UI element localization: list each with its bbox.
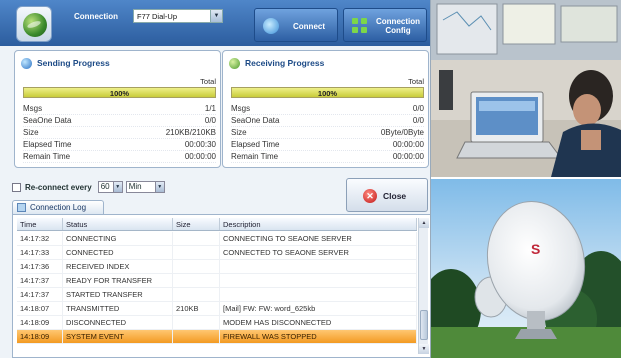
reconnect-controls: Re-connect every 60 ▼ Min ▼ bbox=[12, 181, 165, 193]
sending-row-msgs: Msgs 1/1 bbox=[23, 104, 216, 115]
sending-row-size: Size 210KB/210KB bbox=[23, 128, 216, 139]
scroll-down-icon[interactable]: ▼ bbox=[419, 344, 429, 354]
antenna-photo-illustration: S bbox=[431, 179, 621, 358]
table-row[interactable]: 14:17:33 CONNECTED CONNECTED TO SEAONE SER… bbox=[17, 246, 417, 260]
receiving-row-msgs: Msgs 0/0 bbox=[231, 104, 424, 115]
operator-photo-illustration bbox=[431, 0, 621, 177]
config-icon bbox=[352, 18, 368, 34]
column-header-description[interactable]: Description bbox=[220, 218, 417, 230]
tab-connection-log[interactable]: Connection Log bbox=[12, 200, 104, 214]
log-header: Time Status Size Description bbox=[17, 218, 417, 231]
sending-row-elapsed-time: Elapsed Time 00:00:30 bbox=[23, 140, 216, 151]
connection-select[interactable]: F77 Dial-Up ▼ bbox=[133, 9, 223, 23]
close-button[interactable]: ✕ Close bbox=[346, 178, 428, 212]
reconnect-label: Re-connect every bbox=[25, 182, 92, 192]
receiving-progress-panel: Receiving Progress Total 100% Msgs 0/0 Se… bbox=[222, 50, 429, 168]
connect-icon bbox=[263, 18, 279, 34]
globe-icon bbox=[23, 13, 47, 37]
sending-progress-title: Sending Progress bbox=[21, 56, 110, 70]
log-icon bbox=[17, 203, 26, 212]
close-icon: ✕ bbox=[363, 189, 377, 203]
table-row[interactable]: 14:17:37 READY FOR TRANSFER bbox=[17, 274, 417, 288]
receiving-row-remain-time: Remain Time 00:00:00 bbox=[231, 152, 424, 163]
connect-button[interactable]: Connect bbox=[254, 8, 338, 42]
chevron-down-icon[interactable]: ▼ bbox=[155, 181, 165, 193]
sending-row-seaone-data: SeaOne Data 0/0 bbox=[23, 116, 216, 127]
receiving-row-elapsed-time: Elapsed Time 00:00:00 bbox=[231, 140, 424, 151]
sending-progress-panel: Sending Progress Total 100% Msgs 1/1 SeaO… bbox=[14, 50, 221, 168]
connect-button-label: Connect bbox=[293, 21, 325, 31]
close-button-label: Close bbox=[383, 191, 407, 201]
table-row[interactable]: 14:18:07 TRANSMITTED 210KB [Mail] FW: FW: w… bbox=[17, 302, 417, 316]
receiving-progress-percent: 100% bbox=[317, 89, 338, 98]
sending-row-remain-time: Remain Time 00:00:00 bbox=[23, 152, 216, 163]
app-logo bbox=[16, 6, 52, 42]
receiving-row-size: Size 0Byte/0Byte bbox=[231, 128, 424, 139]
column-header-time[interactable]: Time bbox=[17, 218, 63, 230]
chevron-down-icon[interactable]: ▼ bbox=[113, 181, 123, 193]
receiving-row-seaone-data: SeaOne Data 0/0 bbox=[231, 116, 424, 127]
log-body: 14:17:32 CONNECTING CONNECTING TO SEAONE S… bbox=[17, 232, 417, 344]
download-icon bbox=[229, 57, 240, 69]
operator-photo bbox=[431, 0, 621, 177]
reconnect-unit-select[interactable]: Min bbox=[125, 181, 156, 193]
connection-config-button[interactable]: Connection Config bbox=[343, 8, 427, 42]
sending-progress-percent: 100% bbox=[109, 89, 130, 98]
table-row-selected[interactable]: 14:18:09 SYSTEM EVENT FIREWALL WAS STOPPED bbox=[17, 330, 417, 344]
antenna-photo: S bbox=[431, 179, 621, 358]
sending-progress-bar: 100% bbox=[23, 87, 216, 98]
connection-label: Connection bbox=[74, 12, 118, 21]
sending-total-label: Total bbox=[200, 77, 216, 86]
connection-log-table: Time Status Size Description 14:17:32 CON… bbox=[12, 214, 430, 358]
app-window: Connection F77 Dial-Up ▼ Connect Connect… bbox=[0, 0, 431, 358]
receiving-progress-bar: 100% bbox=[231, 87, 424, 98]
reconnect-checkbox[interactable] bbox=[12, 182, 21, 192]
column-header-size[interactable]: Size bbox=[173, 218, 220, 230]
svg-text:S: S bbox=[531, 241, 540, 257]
scrollbar-thumb[interactable] bbox=[420, 310, 428, 340]
table-row[interactable]: 14:17:32 CONNECTING CONNECTING TO SEAONE S… bbox=[17, 232, 417, 246]
reconnect-interval-input[interactable]: 60 bbox=[97, 181, 114, 193]
top-toolbar: Connection F77 Dial-Up ▼ Connect Connect… bbox=[0, 0, 430, 46]
upload-icon bbox=[21, 57, 32, 69]
column-header-status[interactable]: Status bbox=[63, 218, 173, 230]
table-row[interactable]: 14:18:09 DISCONNECTED MODEM HAS DISCONNECT… bbox=[17, 316, 417, 330]
receiving-progress-title: Receiving Progress bbox=[229, 56, 324, 70]
scroll-up-icon[interactable]: ▲ bbox=[419, 218, 429, 228]
connection-config-label: Connection Config bbox=[376, 17, 420, 35]
table-row[interactable]: 14:17:36 RECEIVED INDEX bbox=[17, 260, 417, 274]
connection-select-value: F77 Dial-Up bbox=[137, 12, 178, 21]
chevron-down-icon[interactable]: ▼ bbox=[210, 10, 222, 22]
log-scrollbar[interactable]: ▲ ▼ bbox=[418, 218, 429, 354]
receiving-total-label: Total bbox=[408, 77, 424, 86]
table-row[interactable]: 14:17:37 STARTED TRANSFER bbox=[17, 288, 417, 302]
